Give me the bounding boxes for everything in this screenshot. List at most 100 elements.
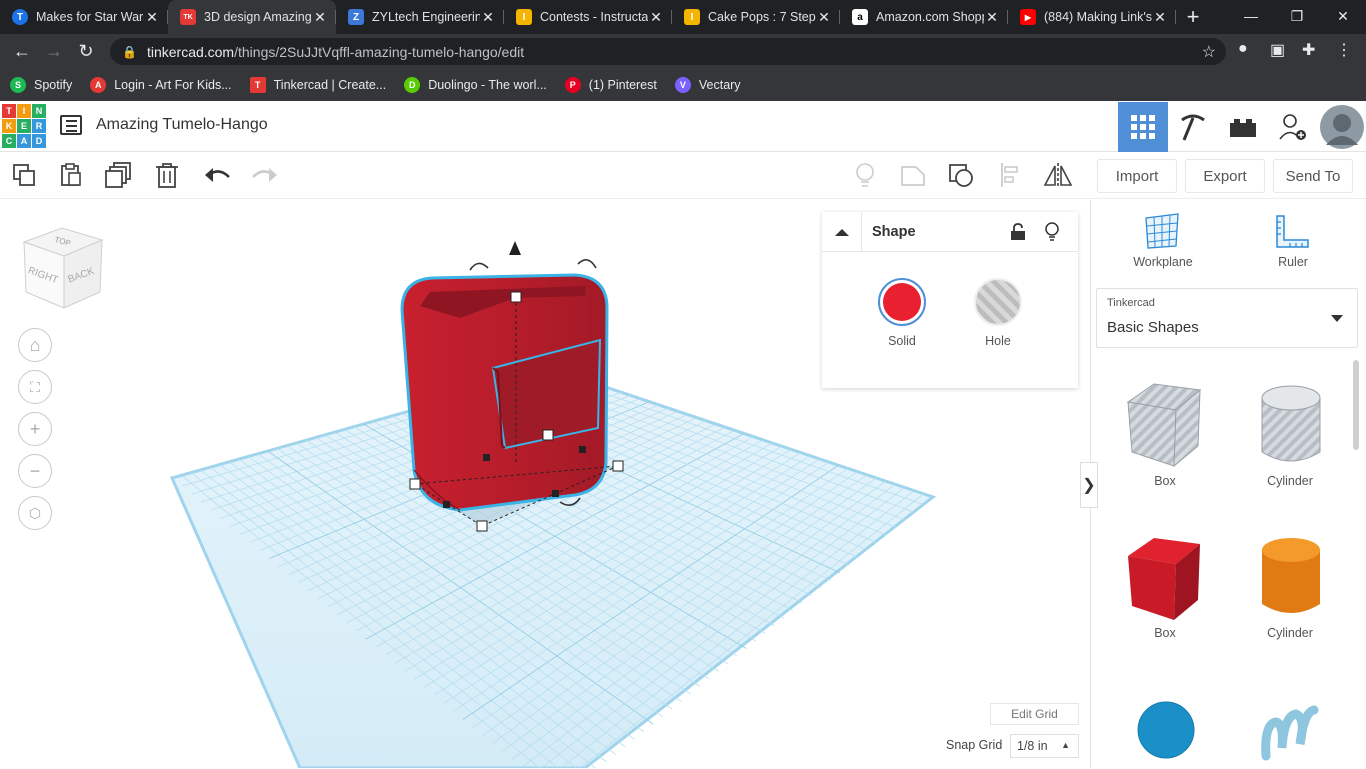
browser-menu-icon[interactable]: ⋮ — [1336, 40, 1352, 60]
browser-tab[interactable]: ▶ (884) Making Link's ✕ — [1008, 0, 1176, 34]
red-box-object[interactable] — [400, 273, 609, 512]
ungroup-button[interactable] — [946, 160, 976, 190]
shape-cylinder[interactable] — [1258, 536, 1324, 618]
shapes-scrollbar[interactable] — [1353, 360, 1359, 450]
paste-icon — [61, 163, 81, 186]
logo-letter: N — [32, 104, 46, 118]
browser-tab-bar: T Makes for Star Wars ✕ TK 3D design Ama… — [0, 0, 1366, 34]
ruler-tool[interactable] — [1274, 214, 1314, 250]
unlock-icon[interactable] — [1010, 222, 1026, 241]
workplane-icon — [1145, 213, 1179, 249]
collapse-panel-button[interactable]: ❯ — [1080, 462, 1098, 508]
bookmark-star-icon[interactable]: ☆ — [1202, 42, 1216, 62]
design-title[interactable]: Amazing Tumelo-Hango — [96, 116, 268, 134]
zoom-out-button[interactable]: − — [18, 454, 52, 488]
view-cube[interactable]: TOP RIGHT BACK — [22, 227, 104, 309]
solid-color-swatch[interactable] — [878, 278, 926, 326]
browser-tab[interactable]: a Amazon.com Shopping ✕ — [840, 0, 1008, 34]
blocks-view-button[interactable] — [1168, 102, 1218, 152]
delete-button[interactable] — [152, 160, 182, 190]
shape-cylinder-hole[interactable] — [1258, 384, 1324, 466]
shape-scribble[interactable] — [1260, 704, 1320, 764]
send-to-button[interactable]: Send To — [1273, 159, 1353, 193]
collapse-inspector-button[interactable] — [822, 211, 862, 252]
tab-close-icon[interactable]: ✕ — [1152, 9, 1168, 26]
bookmark-pinterest[interactable]: P (1) Pinterest — [564, 76, 657, 93]
logo-letter: I — [17, 104, 31, 118]
tab-close-icon[interactable]: ✕ — [816, 9, 832, 26]
perspective-button[interactable]: ⬡ — [18, 496, 52, 530]
shape-label: Cylinder — [1267, 626, 1313, 640]
design-list-icon[interactable] — [60, 115, 82, 135]
extensions-puzzle-icon[interactable]: ✚ — [1302, 40, 1315, 60]
extension-icon[interactable]: ● — [1238, 40, 1248, 58]
forward-icon[interactable]: → — [38, 41, 70, 62]
minimize-icon[interactable]: — — [1228, 0, 1274, 34]
duplicate-button[interactable] — [104, 160, 134, 190]
logo-letter: R — [32, 119, 46, 133]
snap-grid-select[interactable]: 1/8 in ▲ — [1010, 734, 1079, 758]
browser-tab-active[interactable]: TK 3D design Amazing Tumelo ✕ — [168, 0, 336, 34]
browser-tab[interactable]: I Cake Pops : 7 Steps ✕ — [672, 0, 840, 34]
align-icon — [1001, 163, 1018, 187]
copy-button[interactable] — [9, 160, 39, 190]
avatar[interactable] — [1318, 102, 1366, 152]
zoom-in-button[interactable]: + — [18, 412, 52, 446]
logo-letter: E — [17, 119, 31, 133]
extension-icon[interactable]: ▣ — [1270, 40, 1285, 60]
tab-title: ZYLtech Engineering — [372, 10, 480, 24]
browser-tab[interactable]: I Contests - Instructables ✕ — [504, 0, 672, 34]
edit-grid-button[interactable]: Edit Grid — [990, 703, 1079, 725]
redo-button[interactable] — [250, 160, 280, 190]
group-button[interactable] — [898, 160, 928, 190]
3d-design-view-button[interactable] — [1118, 102, 1168, 152]
new-tab-button[interactable]: + — [1176, 4, 1210, 30]
bricks-view-button[interactable] — [1218, 102, 1268, 152]
lightbulb-icon[interactable] — [1044, 221, 1060, 242]
library-name: Basic Shapes — [1107, 319, 1199, 336]
vectary-icon: V — [674, 76, 691, 93]
fit-view-button[interactable]: ⛶ — [18, 370, 52, 404]
workplane-tool[interactable] — [1142, 212, 1182, 252]
header-view-switcher — [1118, 102, 1366, 152]
shape-label: Box — [1154, 626, 1176, 640]
bookmark-spotify[interactable]: S Spotify — [10, 76, 72, 93]
shape-sphere[interactable] — [1136, 700, 1196, 760]
url-input[interactable]: 🔒 tinkercad.com /things/2SuJJtVqffl-amaz… — [110, 38, 1226, 65]
import-button[interactable]: Import — [1097, 159, 1177, 193]
browser-tab[interactable]: Z ZYLtech Engineering ✕ — [336, 0, 504, 34]
spotify-icon: S — [10, 76, 26, 93]
export-button[interactable]: Export — [1185, 159, 1265, 193]
paste-button[interactable] — [56, 160, 86, 190]
shape-box-hole[interactable] — [1124, 380, 1206, 472]
browser-tab[interactable]: T Makes for Star Wars ✕ — [0, 0, 168, 34]
mirror-button[interactable] — [1043, 160, 1073, 190]
tab-close-icon[interactable]: ✕ — [480, 9, 496, 26]
snap-grid-label: Snap Grid — [946, 738, 1003, 752]
align-button[interactable] — [996, 160, 1026, 190]
reload-icon[interactable]: ↻ — [70, 41, 102, 62]
tab-close-icon[interactable]: ✕ — [984, 9, 1000, 26]
maximize-icon[interactable]: ❐ — [1274, 0, 1320, 34]
invite-user-button[interactable] — [1268, 102, 1318, 152]
tinkercad-logo[interactable]: T I N K E R C A D — [2, 104, 46, 148]
bookmark-art-for-kids[interactable]: A Login - Art For Kids... — [90, 76, 232, 93]
close-window-icon[interactable]: ✕ — [1320, 0, 1366, 34]
back-icon[interactable]: ← — [6, 41, 38, 62]
bookmark-duolingo[interactable]: D Duolingo - The worl... — [404, 76, 547, 93]
notes-button[interactable] — [850, 160, 880, 190]
bookmark-tinkercad[interactable]: T Tinkercad | Create... — [249, 76, 386, 93]
hole-swatch[interactable] — [974, 278, 1022, 326]
undo-button[interactable] — [202, 160, 232, 190]
tab-title: Amazon.com Shopping — [876, 10, 984, 24]
shape-library-select[interactable]: Tinkercad Basic Shapes — [1096, 288, 1358, 348]
shape-box[interactable] — [1124, 534, 1206, 624]
home-view-button[interactable]: ⌂ — [18, 328, 52, 362]
tab-close-icon[interactable]: ✕ — [648, 9, 664, 26]
tab-close-icon[interactable]: ✕ — [144, 9, 160, 26]
ungroup-icon — [949, 164, 973, 187]
bookmark-vectary[interactable]: V Vectary — [674, 76, 741, 93]
tab-favicon: TK — [180, 9, 196, 25]
lift-arrow-handle[interactable] — [509, 241, 521, 255]
tab-close-icon[interactable]: ✕ — [312, 9, 328, 26]
